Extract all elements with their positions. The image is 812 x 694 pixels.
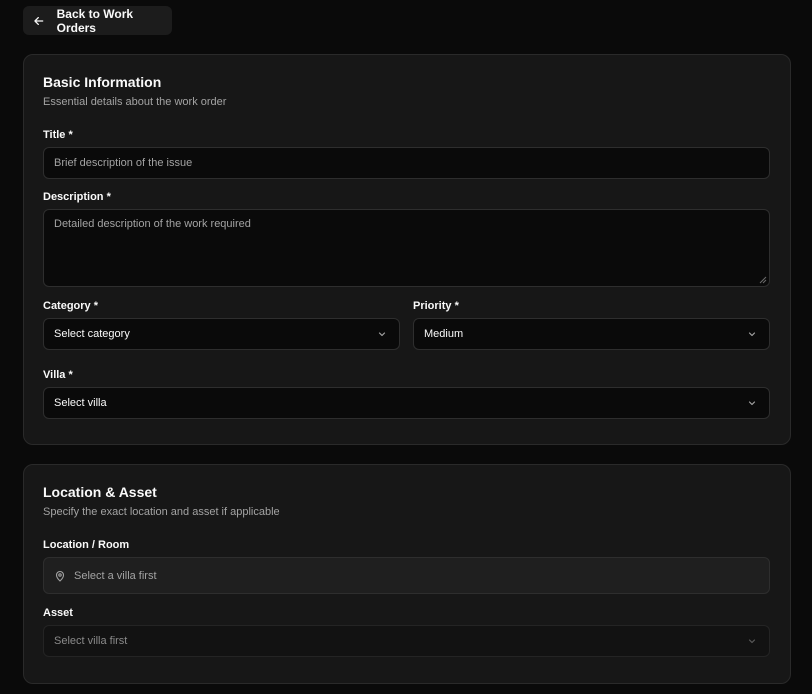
description-textarea[interactable] xyxy=(54,218,769,286)
title-input[interactable] xyxy=(54,157,769,169)
villa-select-value: Select villa xyxy=(54,397,107,409)
title-label: Title * xyxy=(43,129,73,141)
chevron-down-icon xyxy=(378,332,386,337)
asset-select-value: Select villa first xyxy=(54,635,128,647)
resize-grip-icon[interactable] xyxy=(759,276,767,284)
title-field[interactable] xyxy=(43,147,770,179)
category-select[interactable]: Select category xyxy=(43,318,400,350)
back-button-label: Back to Work Orders xyxy=(56,6,134,35)
back-to-work-orders-button[interactable]: Back to Work Orders xyxy=(23,6,172,35)
priority-label: Priority * xyxy=(413,300,459,312)
location-room-value: Select a villa first xyxy=(74,569,157,582)
description-field[interactable] xyxy=(43,209,770,287)
location-asset-title: Location & Asset xyxy=(43,484,157,500)
asset-label: Asset xyxy=(43,607,73,619)
description-label: Description * xyxy=(43,191,111,203)
chevron-down-icon xyxy=(748,401,756,406)
chevron-down-icon xyxy=(748,639,756,644)
basic-information-description: Essential details about the work order xyxy=(43,96,227,108)
location-room-label: Location / Room xyxy=(43,539,130,551)
location-room-field[interactable]: Select a villa first xyxy=(43,557,770,594)
villa-label: Villa * xyxy=(43,369,73,381)
basic-information-card: Basic Information Essential details abou… xyxy=(23,54,791,445)
category-label: Category * xyxy=(43,300,99,312)
villa-select[interactable]: Select villa xyxy=(43,387,770,419)
category-select-value: Select category xyxy=(54,328,130,340)
asset-select[interactable]: Select villa first xyxy=(43,625,770,657)
priority-select[interactable]: Medium xyxy=(413,318,770,350)
basic-information-title: Basic Information xyxy=(43,74,162,90)
location-asset-card: Location & Asset Specify the exact locat… xyxy=(23,464,791,684)
location-asset-description: Specify the exact location and asset if … xyxy=(43,506,280,518)
priority-select-value: Medium xyxy=(424,328,464,340)
chevron-down-icon xyxy=(748,332,756,337)
arrow-left-icon xyxy=(34,16,44,25)
map-pin-icon xyxy=(55,570,65,582)
